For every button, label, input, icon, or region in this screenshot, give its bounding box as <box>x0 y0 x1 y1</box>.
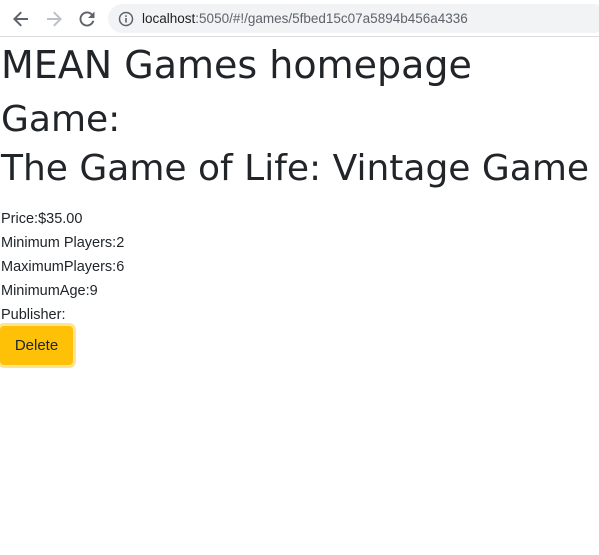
max-players-label: MaximumPlayers: <box>1 259 117 275</box>
price-value: $35.00 <box>38 211 83 227</box>
reload-icon <box>79 11 95 27</box>
game-title-heading: The Game of Life: Vintage Game Collectio… <box>1 148 599 189</box>
min-players-value: 2 <box>116 235 125 251</box>
publisher-row: Publisher: <box>1 306 65 324</box>
price-label: Price: <box>1 211 39 227</box>
min-players-label: Minimum Players: <box>1 235 117 251</box>
forward-arrow-icon <box>47 11 62 27</box>
back-button[interactable] <box>8 6 34 32</box>
game-label-heading: Game: <box>1 99 121 140</box>
min-age-value: 9 <box>89 283 98 299</box>
back-arrow-icon <box>13 11 28 27</box>
max-players-row: MaximumPlayers:6 <box>1 258 124 276</box>
url-host: localhost <box>142 11 196 26</box>
url-path: :5050/#!/games/5fbed15c07a5894b456a4336 <box>195 11 468 26</box>
reload-button[interactable] <box>74 6 100 32</box>
site-heading: MEAN Games homepage <box>1 43 472 87</box>
max-players-value: 6 <box>116 259 125 275</box>
publisher-label: Publisher: <box>1 307 66 323</box>
price-row: Price:$35.00 <box>1 210 82 228</box>
info-icon[interactable] <box>118 11 134 27</box>
forward-button[interactable] <box>41 6 67 32</box>
url-text: localhost:5050/#!/games/5fbed15c07a5894b… <box>142 11 468 26</box>
page-content: MEAN Games homepage Game: The Game of Li… <box>0 38 599 555</box>
min-age-row: MinimumAge:9 <box>1 282 98 300</box>
min-players-row: Minimum Players:2 <box>1 234 124 252</box>
min-age-label: MinimumAge: <box>1 283 90 299</box>
browser-toolbar: localhost:5050/#!/games/5fbed15c07a5894b… <box>0 0 599 37</box>
address-bar[interactable]: localhost:5050/#!/games/5fbed15c07a5894b… <box>108 4 599 33</box>
delete-button[interactable]: Delete <box>0 326 73 365</box>
